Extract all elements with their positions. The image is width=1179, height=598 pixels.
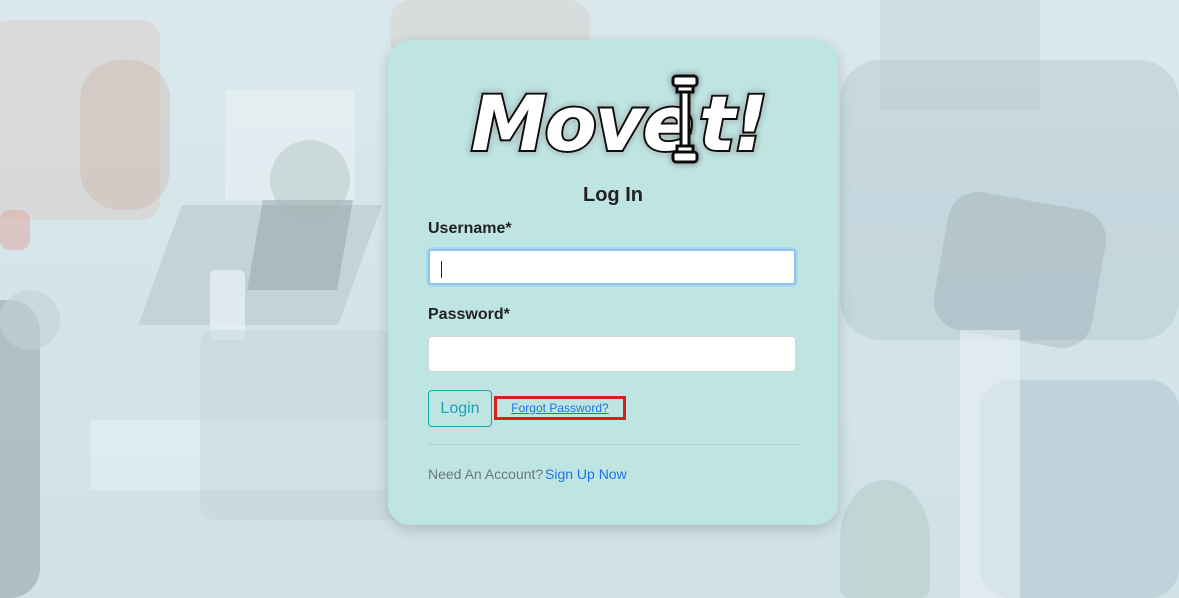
login-button[interactable]: Login bbox=[428, 390, 492, 427]
sign-up-link[interactable]: Sign Up Now bbox=[545, 466, 627, 482]
password-field[interactable] bbox=[428, 336, 796, 372]
forgot-password-link[interactable]: Forgot Password? bbox=[494, 396, 626, 420]
moveit-logo: Move t! bbox=[469, 74, 770, 170]
svg-text:t!: t! bbox=[699, 79, 766, 168]
text-caret bbox=[441, 261, 442, 278]
password-label: Password* bbox=[428, 306, 510, 323]
username-field[interactable] bbox=[428, 249, 796, 285]
need-account-text: Need An Account? bbox=[428, 466, 544, 482]
divider bbox=[428, 444, 800, 445]
username-label: Username* bbox=[428, 220, 512, 237]
page-title: Log In bbox=[583, 184, 643, 206]
login-card: Move t! Log In Username* Password* Login… bbox=[388, 40, 838, 525]
svg-text:Move: Move bbox=[471, 79, 692, 168]
